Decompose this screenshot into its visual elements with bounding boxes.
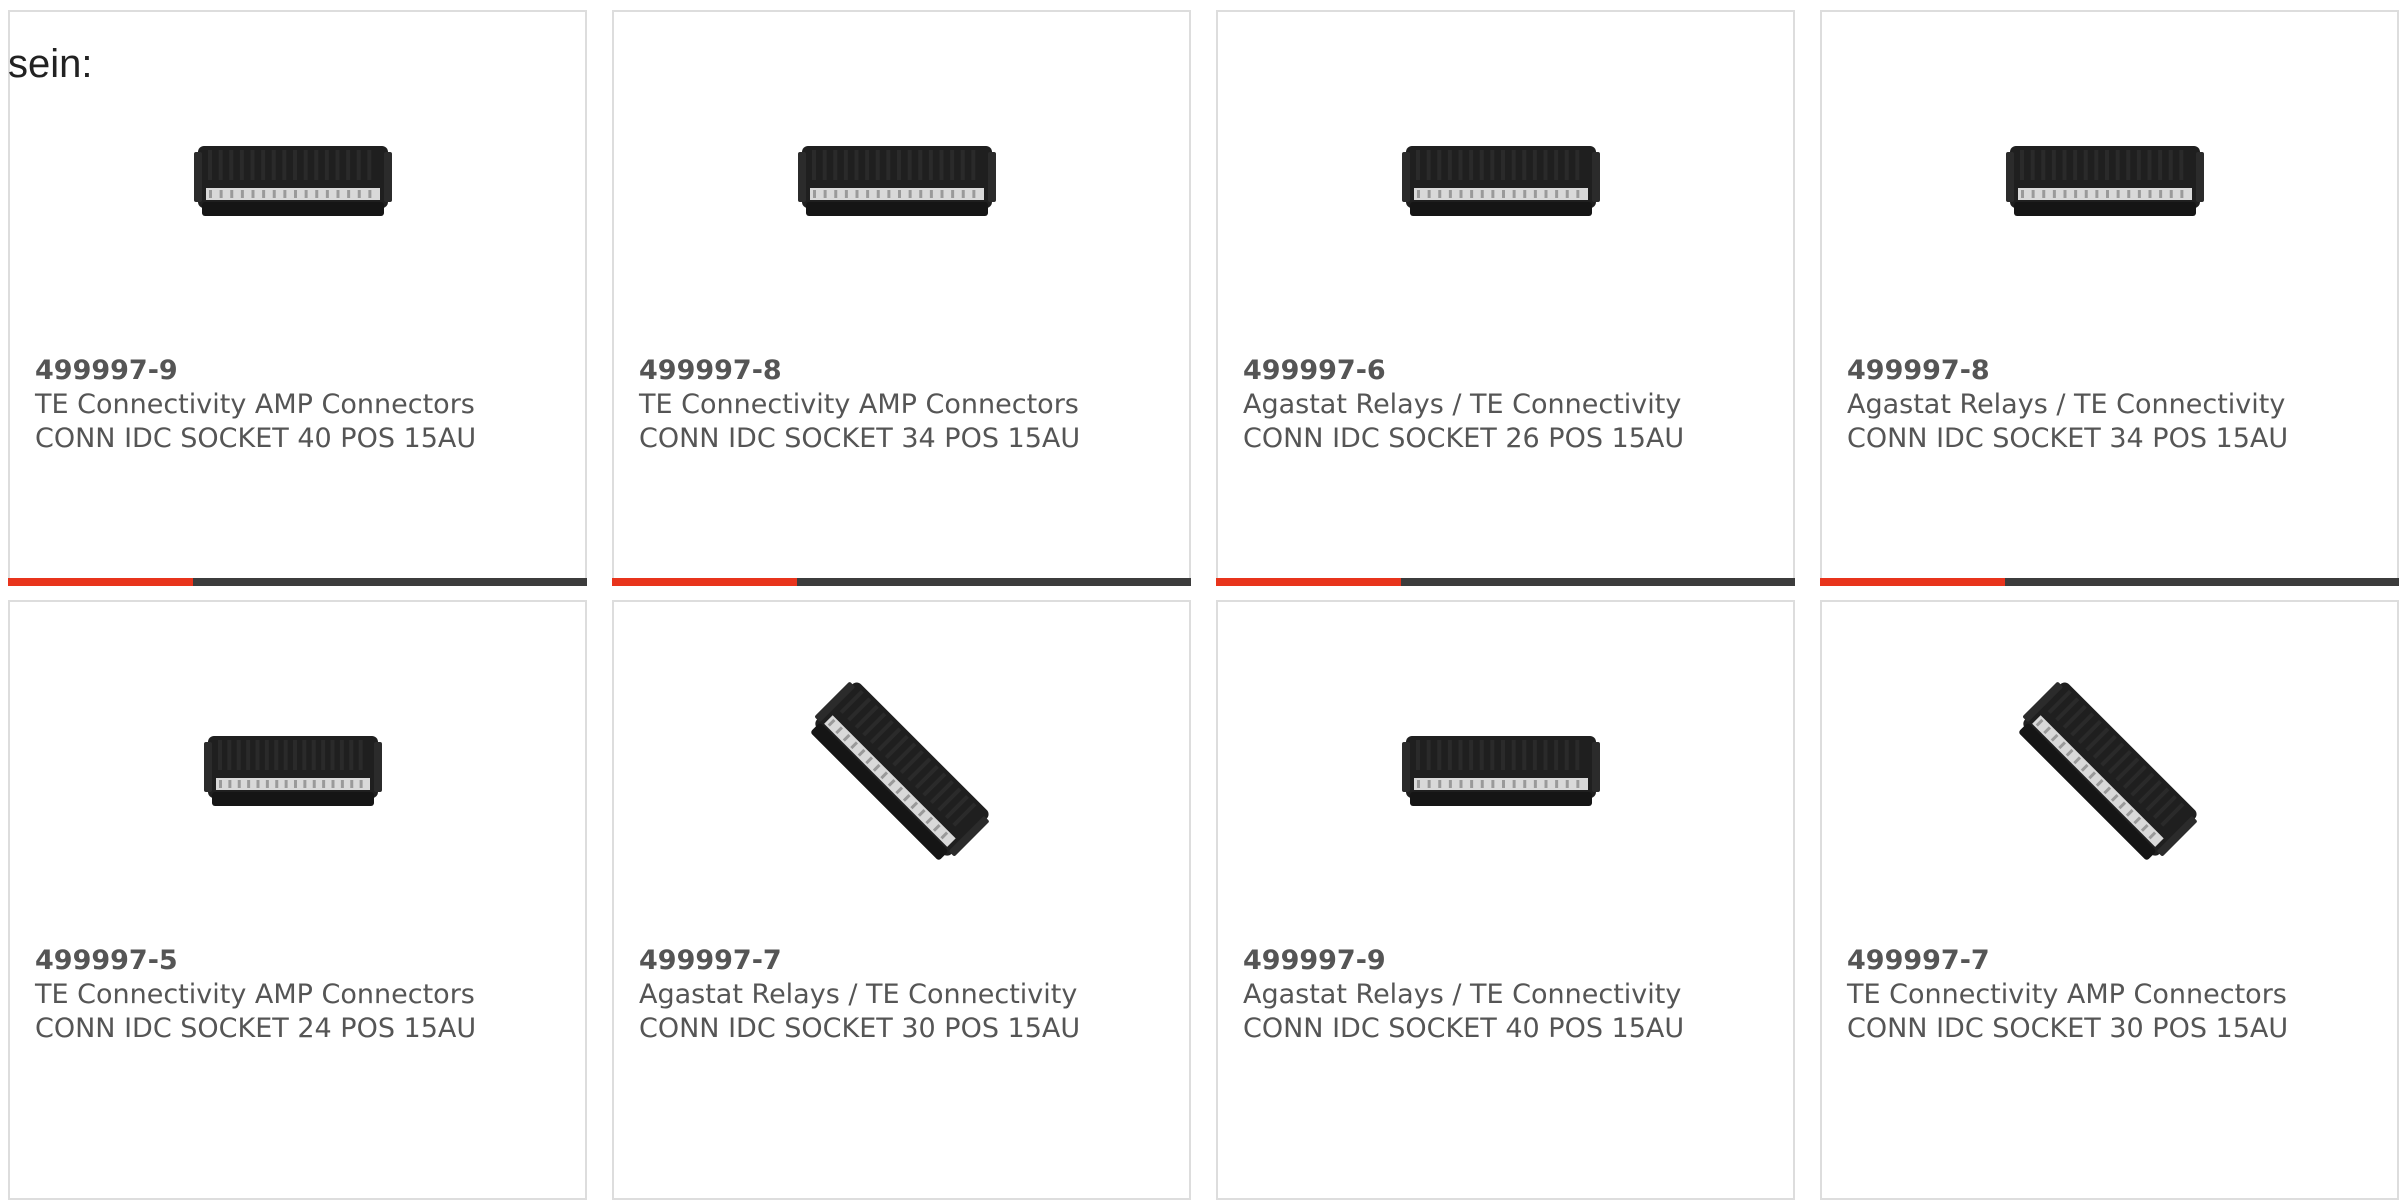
connector-horizontal-icon[interactable]: [2005, 84, 2205, 284]
manufacturer-name: Agastat Relays / TE Connectivity: [1847, 389, 2286, 420]
product-card[interactable]: 499997-7 TE Connectivity AMP Connectors CO…: [1820, 600, 2399, 1200]
carousel-progress-fill: [612, 578, 798, 586]
connector-horizontal-icon[interactable]: [193, 84, 393, 284]
product-info: 499997-9 TE Connectivity AMP Connectors CO…: [35, 354, 565, 456]
part-number[interactable]: 499997-6: [1243, 354, 1773, 388]
product-info: 499997-7 TE Connectivity AMP Connectors CO…: [1847, 944, 2377, 1046]
part-number[interactable]: 499997-5: [35, 944, 565, 978]
part-number[interactable]: 499997-9: [1243, 944, 1773, 978]
product-card[interactable]: 499997-9 TE Connectivity AMP Connectors CO…: [8, 10, 587, 586]
manufacturer-name: TE Connectivity AMP Connectors: [35, 979, 475, 1010]
product-card[interactable]: 499997-8 Agastat Relays / TE Connectivity…: [1820, 10, 2399, 586]
product-info: 499997-8 Agastat Relays / TE Connectivity…: [1847, 354, 2377, 456]
product-grid: 499997-9 TE Connectivity AMP Connectors CO…: [8, 10, 2400, 1200]
product-info: 499997-8 TE Connectivity AMP Connectors CO…: [639, 354, 1169, 456]
connector-horizontal-icon[interactable]: [797, 84, 997, 284]
manufacturer-name: TE Connectivity AMP Connectors: [35, 389, 475, 420]
part-number[interactable]: 499997-8: [1847, 354, 2377, 388]
carousel-progress-bar: [1820, 578, 2399, 586]
product-card[interactable]: 499997-9 Agastat Relays / TE Connectivity…: [1216, 600, 1795, 1200]
carousel-progress-bar: [1216, 578, 1795, 586]
product-card[interactable]: 499997-8 TE Connectivity AMP Connectors CO…: [612, 10, 1191, 586]
product-info: 499997-9 Agastat Relays / TE Connectivity…: [1243, 944, 1773, 1046]
product-card[interactable]: 499997-7 Agastat Relays / TE Connectivity…: [612, 600, 1191, 1200]
connector-short-icon[interactable]: [193, 674, 393, 874]
product-description: CONN IDC SOCKET 40 POS 15AU: [35, 423, 477, 454]
connector-horizontal-icon[interactable]: [1401, 84, 1601, 284]
product-description: CONN IDC SOCKET 30 POS 15AU: [639, 1013, 1081, 1044]
connector-horizontal-icon[interactable]: [1401, 674, 1601, 874]
connector-diagonal-icon[interactable]: [2005, 674, 2205, 874]
manufacturer-name: TE Connectivity AMP Connectors: [1847, 979, 2287, 1010]
part-number[interactable]: 499997-9: [35, 354, 565, 388]
product-description: CONN IDC SOCKET 40 POS 15AU: [1243, 1013, 1685, 1044]
product-description: CONN IDC SOCKET 26 POS 15AU: [1243, 423, 1685, 454]
product-description: CONN IDC SOCKET 30 POS 15AU: [1847, 1013, 2289, 1044]
product-card[interactable]: 499997-6 Agastat Relays / TE Connectivity…: [1216, 10, 1795, 586]
manufacturer-name: Agastat Relays / TE Connectivity: [639, 979, 1078, 1010]
part-number[interactable]: 499997-7: [1847, 944, 2377, 978]
intro-text: sein:: [8, 42, 93, 86]
carousel-progress-bar: [8, 578, 587, 586]
connector-diagonal-icon[interactable]: [797, 674, 997, 874]
carousel-progress-bar: [612, 578, 1191, 586]
manufacturer-name: TE Connectivity AMP Connectors: [639, 389, 1079, 420]
product-info: 499997-5 TE Connectivity AMP Connectors CO…: [35, 944, 565, 1046]
product-info: 499997-7 Agastat Relays / TE Connectivity…: [639, 944, 1169, 1046]
product-description: CONN IDC SOCKET 34 POS 15AU: [639, 423, 1081, 454]
product-description: CONN IDC SOCKET 24 POS 15AU: [35, 1013, 477, 1044]
carousel-progress-fill: [1216, 578, 1402, 586]
product-info: 499997-6 Agastat Relays / TE Connectivity…: [1243, 354, 1773, 456]
manufacturer-name: Agastat Relays / TE Connectivity: [1243, 389, 1682, 420]
part-number[interactable]: 499997-8: [639, 354, 1169, 388]
product-description: CONN IDC SOCKET 34 POS 15AU: [1847, 423, 2289, 454]
product-card[interactable]: 499997-5 TE Connectivity AMP Connectors CO…: [8, 600, 587, 1200]
carousel-progress-fill: [8, 578, 194, 586]
part-number[interactable]: 499997-7: [639, 944, 1169, 978]
carousel-progress-fill: [1820, 578, 2006, 586]
manufacturer-name: Agastat Relays / TE Connectivity: [1243, 979, 1682, 1010]
